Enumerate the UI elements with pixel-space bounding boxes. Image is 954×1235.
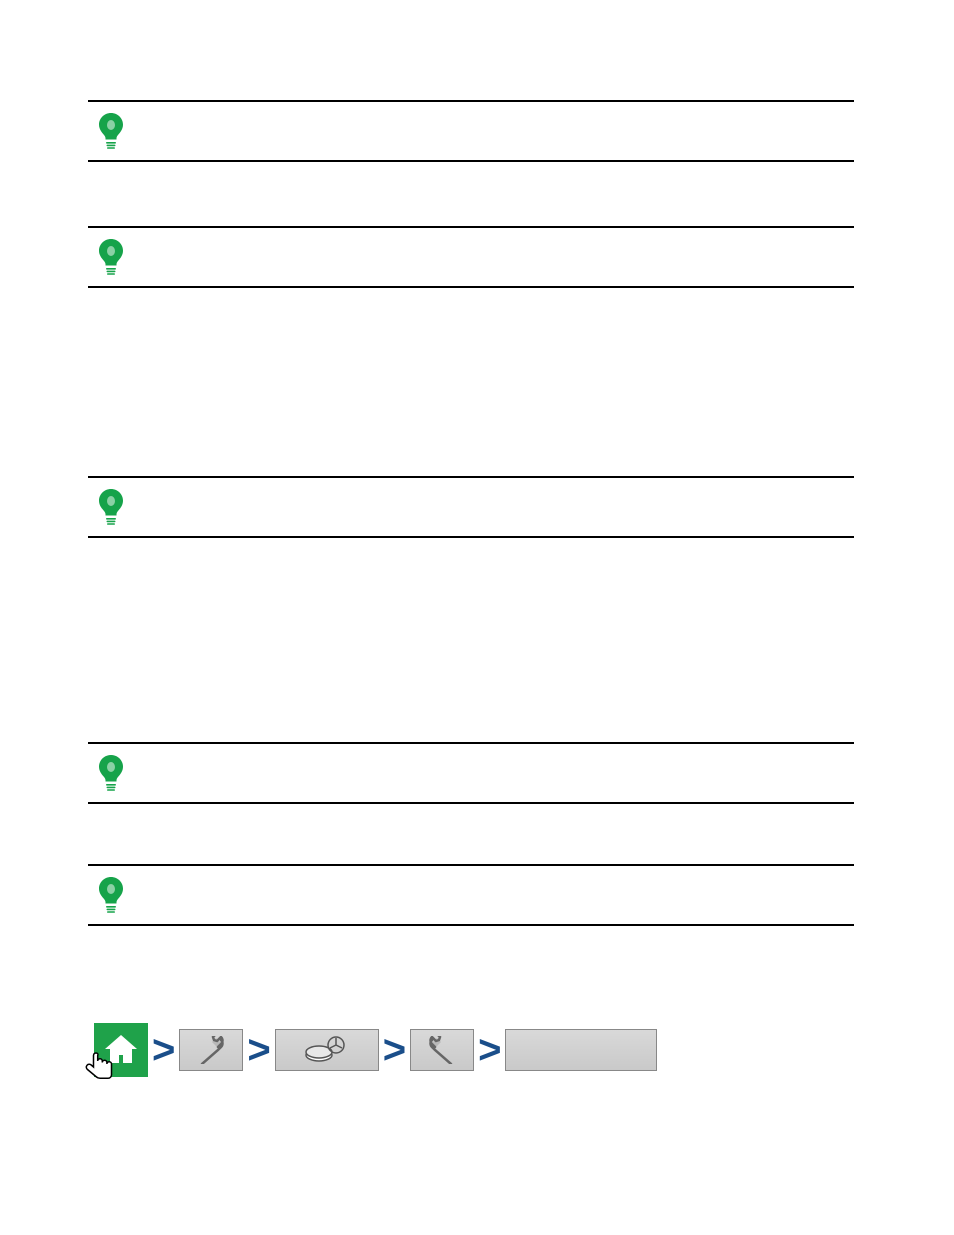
wrench-icon (194, 1036, 228, 1064)
tip-row (88, 476, 854, 538)
tip-row (88, 100, 854, 162)
final-step-button[interactable] (505, 1029, 657, 1071)
lightbulb-icon (98, 113, 124, 149)
spacer (88, 804, 854, 864)
tip-row (88, 226, 854, 288)
tool-button[interactable] (410, 1029, 474, 1071)
home-button[interactable] (94, 1023, 148, 1077)
breadcrumb-nav: > > > > (94, 1022, 657, 1078)
spacer (88, 538, 854, 742)
wrench-icon (425, 1036, 459, 1064)
hand-pointer-icon (74, 1049, 120, 1089)
setup-button[interactable] (179, 1029, 243, 1071)
tip-row (88, 864, 854, 926)
chevron-right-icon: > (247, 1030, 270, 1070)
spacer (88, 288, 854, 476)
lightbulb-icon (98, 877, 124, 913)
tips-list (88, 100, 854, 926)
disc-icon (302, 1035, 352, 1065)
tip-row (88, 742, 854, 804)
chevron-right-icon: > (383, 1030, 406, 1070)
chevron-right-icon: > (152, 1030, 175, 1070)
module-button[interactable] (275, 1029, 379, 1071)
lightbulb-icon (98, 755, 124, 791)
spacer (88, 162, 854, 226)
lightbulb-icon (98, 489, 124, 525)
lightbulb-icon (98, 239, 124, 275)
chevron-right-icon: > (478, 1030, 501, 1070)
